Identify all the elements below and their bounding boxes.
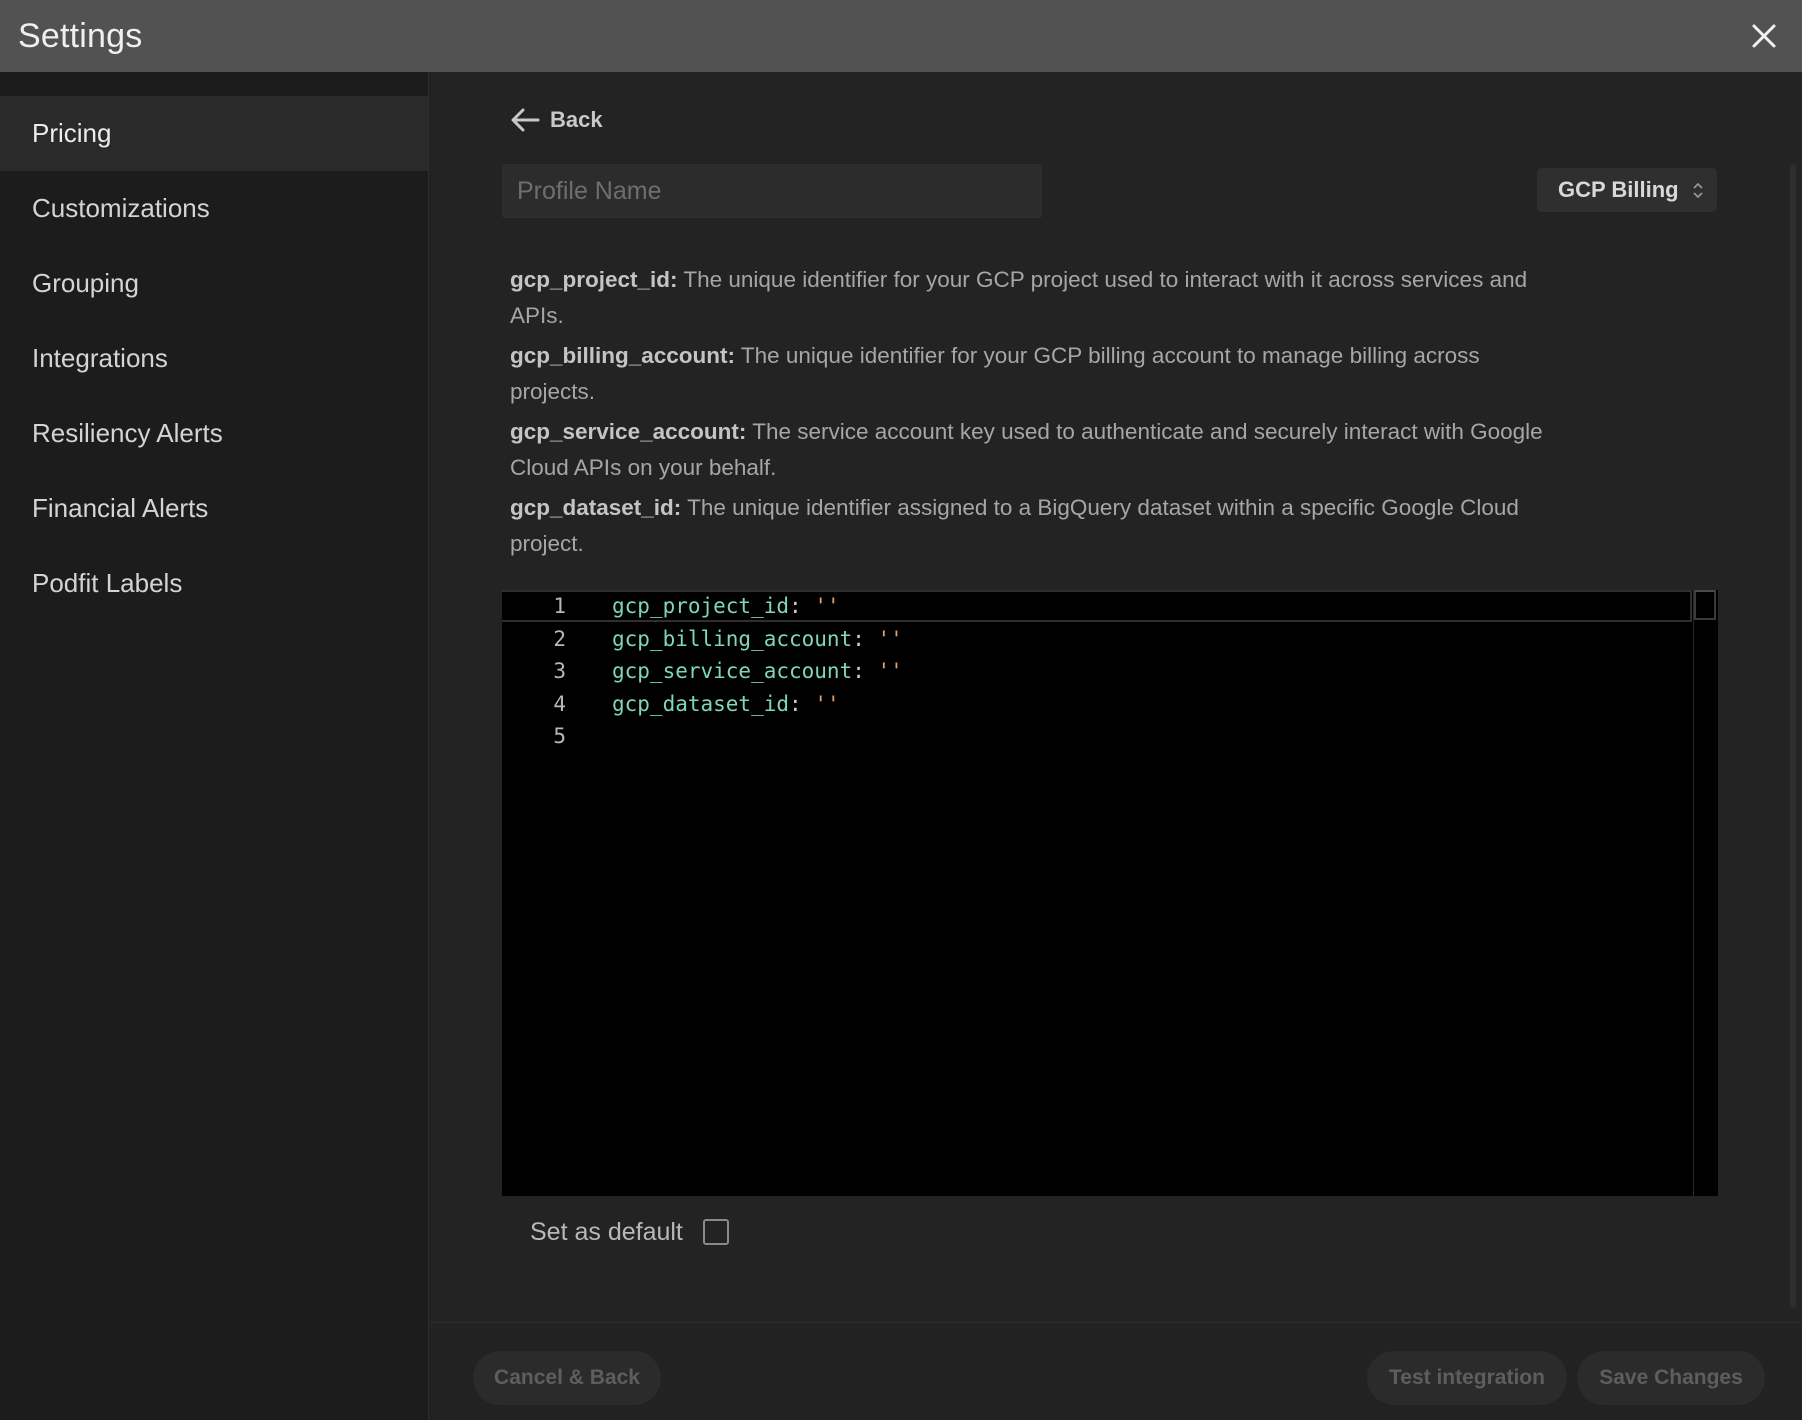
main-scrollbar[interactable]	[1790, 164, 1796, 1308]
line-number: 4	[553, 692, 566, 716]
window-title: Settings	[18, 16, 143, 55]
arrow-left-icon	[511, 108, 540, 132]
set-default-row: Set as default	[530, 1210, 729, 1254]
description-gcp-project-id: gcp_project_id: The unique identifier fo…	[510, 262, 1570, 334]
sidebar-item-grouping[interactable]: Grouping	[0, 246, 428, 321]
yaml-colon: :	[852, 659, 865, 683]
sidebar-item-financial-alerts[interactable]: Financial Alerts	[0, 471, 428, 546]
description-gcp-billing-account: gcp_billing_account: The unique identifi…	[510, 338, 1570, 410]
yaml-colon: :	[789, 594, 802, 618]
sidebar-item-label: Podfit Labels	[32, 568, 183, 598]
sidebar-item-label: Financial Alerts	[32, 493, 209, 523]
updown-chevron-icon	[1693, 182, 1703, 198]
close-icon	[1752, 24, 1776, 48]
sidebar-item-podfit-labels[interactable]: Podfit Labels	[0, 546, 428, 621]
editor-line[interactable]: 1 gcp_project_id: ''	[502, 590, 1692, 622]
yaml-key: gcp_project_id	[612, 594, 790, 618]
description-key: gcp_project_id:	[510, 267, 678, 292]
description-key: gcp_service_account:	[510, 419, 747, 444]
yaml-key: gcp_billing_account	[612, 627, 853, 651]
cancel-back-button[interactable]: Cancel & Back	[473, 1351, 661, 1405]
yaml-code-editor[interactable]: 1 gcp_project_id: '' 2 gcp_billing_accou…	[502, 590, 1718, 1196]
line-number: 2	[553, 627, 566, 651]
editor-scrollbar-thumb[interactable]	[1694, 590, 1716, 620]
sidebar-item-resiliency-alerts[interactable]: Resiliency Alerts	[0, 396, 428, 471]
set-default-checkbox[interactable]	[702, 1219, 729, 1245]
main-panel: Back GCP Billing gcp_project_id: The uni…	[430, 72, 1802, 1420]
profile-name-input[interactable]	[502, 164, 1042, 218]
description-key: gcp_billing_account:	[510, 343, 736, 368]
back-link[interactable]: Back	[510, 100, 603, 140]
close-button[interactable]	[1744, 16, 1784, 56]
yaml-value: ''	[801, 692, 840, 716]
editor-line[interactable]: 2 gcp_billing_account: ''	[502, 623, 1692, 655]
sidebar-item-label: Integrations	[32, 343, 168, 373]
sidebar-item-label: Grouping	[32, 268, 139, 298]
sidebar-item-label: Resiliency Alerts	[32, 418, 223, 448]
back-label: Back	[550, 107, 603, 132]
yaml-value: ''	[864, 627, 903, 651]
sidebar-item-customizations[interactable]: Customizations	[0, 171, 428, 246]
description-gcp-service-account: gcp_service_account: The service account…	[510, 414, 1570, 486]
sidebar-item-pricing[interactable]: Pricing	[0, 96, 428, 171]
integration-type-value: GCP Billing	[1558, 177, 1679, 202]
sidebar-item-label: Customizations	[32, 193, 210, 223]
editor-line[interactable]: 3 gcp_service_account: ''	[502, 655, 1692, 687]
yaml-key: gcp_service_account	[612, 659, 853, 683]
sidebar-item-integrations[interactable]: Integrations	[0, 321, 428, 396]
yaml-value: ''	[864, 659, 903, 683]
yaml-colon: :	[789, 692, 802, 716]
sidebar-item-label: Pricing	[32, 118, 112, 148]
save-changes-button[interactable]: Save Changes	[1577, 1351, 1765, 1405]
test-integration-button[interactable]: Test integration	[1367, 1351, 1567, 1405]
editor-line[interactable]: 5	[502, 720, 1692, 752]
yaml-colon: :	[852, 627, 865, 651]
line-number: 5	[553, 724, 566, 748]
window-titlebar: Settings	[0, 0, 1802, 72]
settings-sidebar: Pricing Customizations Grouping Integrat…	[0, 72, 429, 1420]
description-key: gcp_dataset_id:	[510, 495, 682, 520]
field-descriptions: gcp_project_id: The unique identifier fo…	[510, 262, 1570, 566]
footer-actions: Cancel & Back Test integration Save Chan…	[430, 1322, 1802, 1420]
integration-type-select[interactable]: GCP Billing	[1537, 168, 1717, 212]
description-gcp-dataset-id: gcp_dataset_id: The unique identifier as…	[510, 490, 1570, 562]
yaml-value: ''	[801, 594, 840, 618]
line-number: 3	[553, 659, 566, 683]
editor-line[interactable]: 4 gcp_dataset_id: ''	[502, 688, 1692, 720]
yaml-key: gcp_dataset_id	[612, 692, 790, 716]
line-number: 1	[553, 594, 566, 618]
set-default-label: Set as default	[530, 1217, 683, 1246]
editor-scrollbar[interactable]	[1693, 590, 1718, 1196]
